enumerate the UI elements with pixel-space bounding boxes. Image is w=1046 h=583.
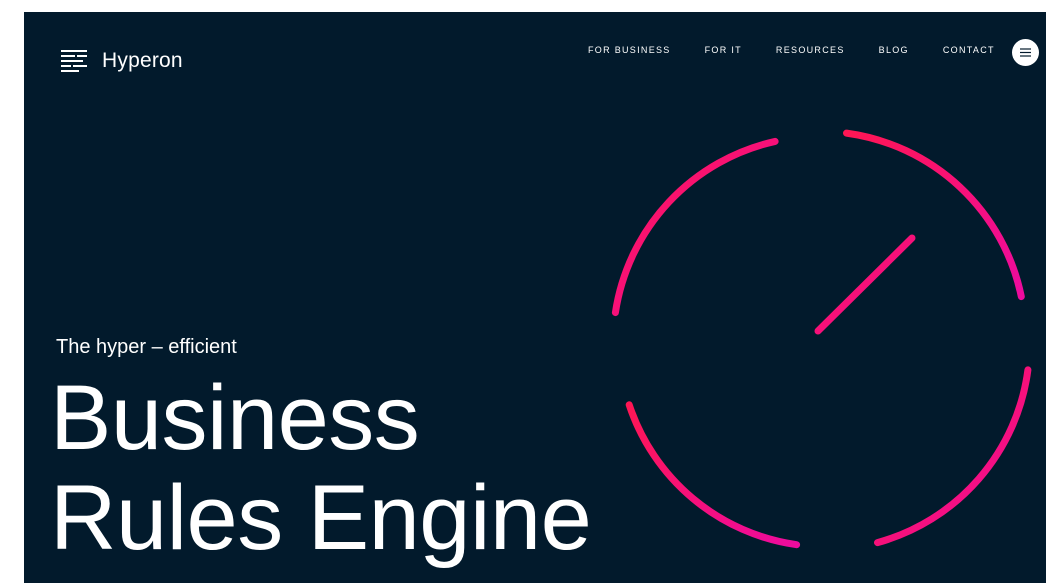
nav-item-resources[interactable]: RESOURCES xyxy=(776,45,845,55)
hero-tagline: The hyper – efficient xyxy=(56,336,237,358)
hero-section: Hyperon FOR BUSINESS FOR IT RESOURCES BL… xyxy=(24,12,1046,583)
document-lines-icon xyxy=(61,50,87,72)
headline-line-2: Rules Engine xyxy=(50,467,592,569)
gauge-needle xyxy=(814,234,916,335)
menu-button[interactable] xyxy=(1012,39,1039,66)
brand-logo[interactable]: Hyperon xyxy=(60,48,183,74)
hero-headline: Business Rules Engine xyxy=(50,367,592,569)
headline-line-1: Business xyxy=(50,367,420,469)
main-nav: FOR BUSINESS FOR IT RESOURCES BLOG CONTA… xyxy=(588,45,995,55)
hamburger-menu-icon xyxy=(1020,48,1031,57)
nav-item-for-business[interactable]: FOR BUSINESS xyxy=(588,45,671,55)
gauge-arc-bottom-right xyxy=(874,366,1032,547)
nav-item-blog[interactable]: BLOG xyxy=(879,45,909,55)
nav-item-contact[interactable]: CONTACT xyxy=(943,45,995,55)
gauge-arc-bottom-left xyxy=(625,401,801,549)
brand-name: Hyperon xyxy=(102,49,183,72)
gauge-emblem-graphic xyxy=(611,129,1032,549)
nav-item-for-it[interactable]: FOR IT xyxy=(705,45,742,55)
gauge-arc-top-left xyxy=(611,137,779,317)
